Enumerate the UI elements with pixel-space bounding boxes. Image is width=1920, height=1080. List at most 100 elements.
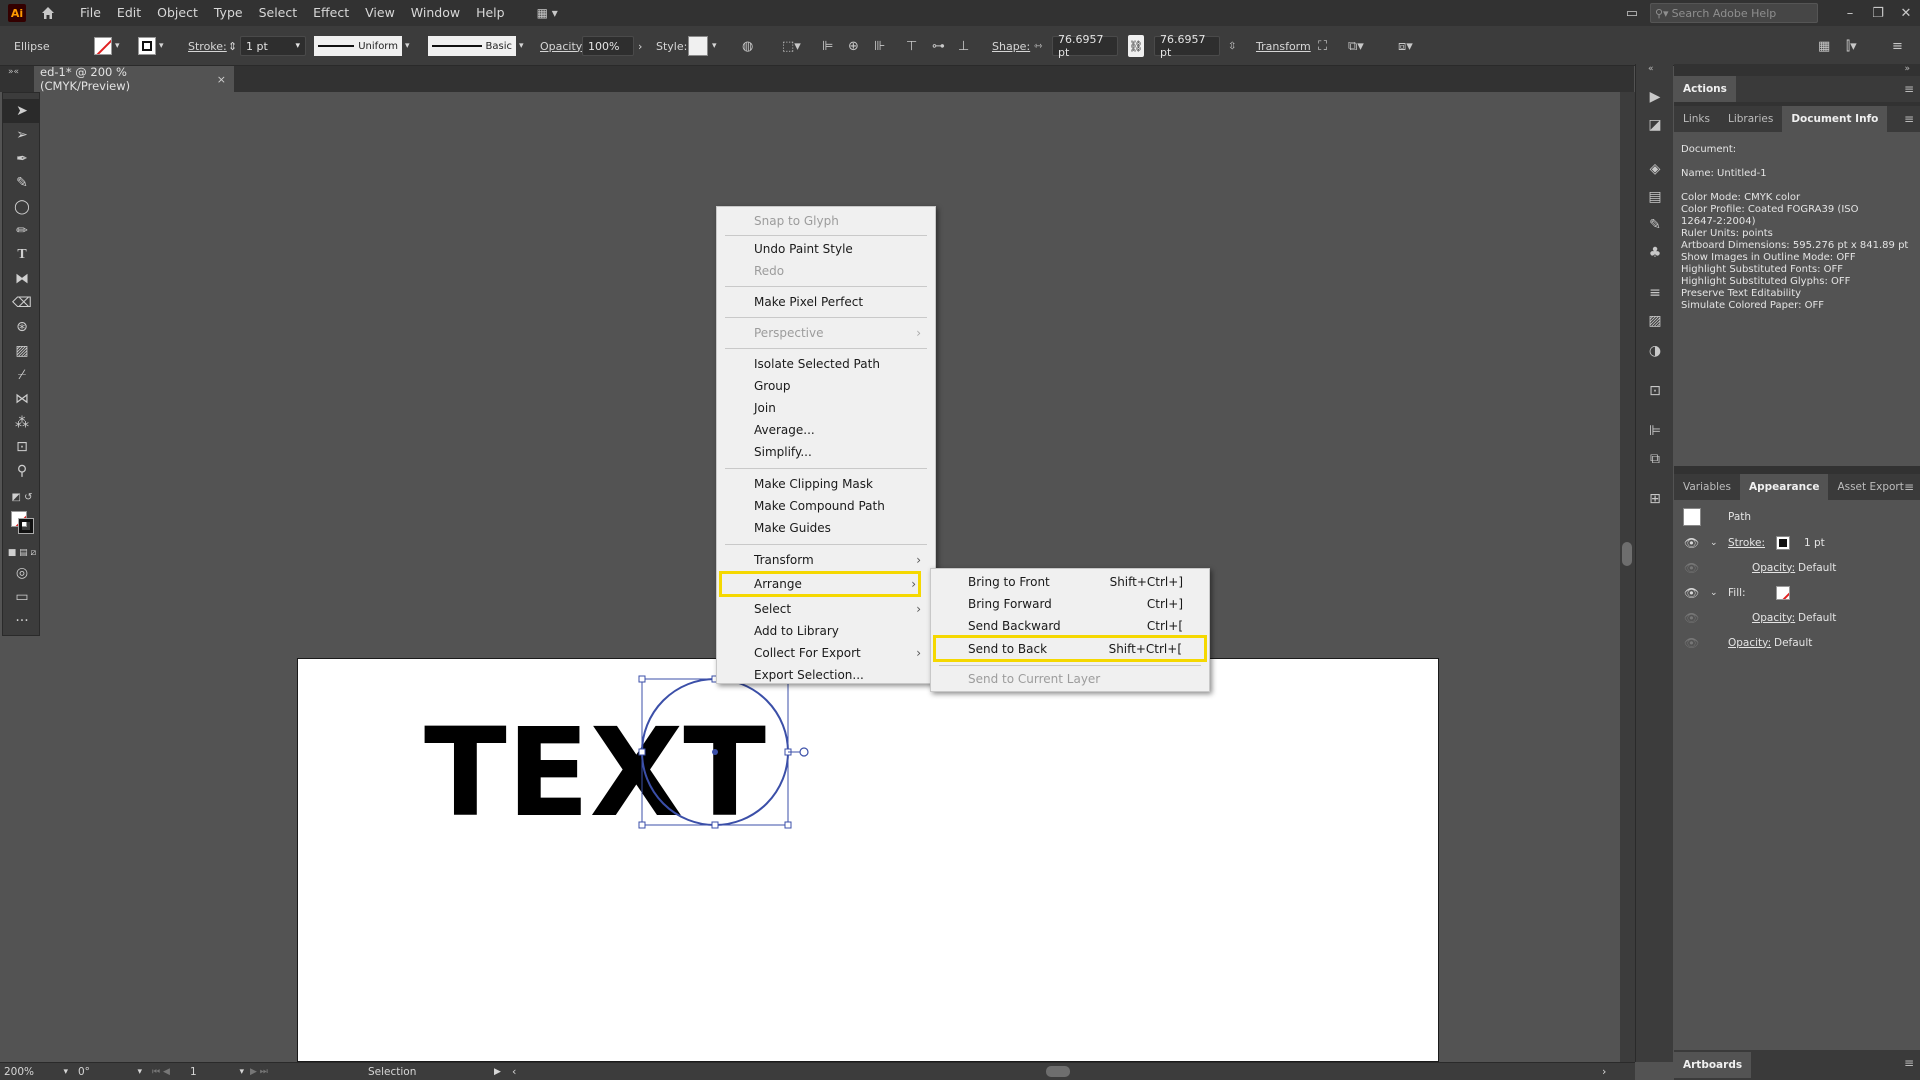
reflect-tool-icon[interactable]: ⧓: [3, 267, 41, 291]
transform-panel-icon[interactable]: ⊡: [1636, 378, 1674, 404]
pathfinder-icon[interactable]: ⧉: [1636, 446, 1674, 472]
eye-icon[interactable]: 👁: [1684, 536, 1699, 550]
stroke-panel-icon[interactable]: ≡: [1636, 280, 1674, 306]
transparency-icon[interactable]: ◑: [1636, 338, 1674, 364]
graphic-style-swatch[interactable]: [688, 36, 708, 56]
collapse-dock-icon[interactable]: «: [1648, 64, 1654, 74]
gradient-panel-icon[interactable]: ▨: [1636, 308, 1674, 334]
tab-links[interactable]: Links: [1674, 106, 1719, 132]
symbols-icon[interactable]: ♣: [1636, 240, 1674, 266]
menu-help[interactable]: Help: [468, 0, 513, 26]
home-icon[interactable]: [38, 3, 58, 23]
menu-window[interactable]: Window: [403, 0, 468, 26]
fill-stroke-swatches[interactable]: [3, 507, 41, 537]
tab-actions[interactable]: Actions: [1674, 76, 1736, 102]
menu-item-join[interactable]: Join: [717, 397, 935, 419]
symbol-sprayer-tool-icon[interactable]: ⁂: [3, 411, 41, 435]
menu-item-average[interactable]: Average...: [717, 419, 935, 441]
menu-select[interactable]: Select: [251, 0, 306, 26]
menu-edit[interactable]: Edit: [109, 0, 149, 26]
shape-options-icon[interactable]: ⧉▾: [1348, 26, 1364, 66]
arrange-documents-icon[interactable]: ▭: [1626, 6, 1638, 21]
stroke-label[interactable]: Stroke:: [188, 26, 227, 66]
links-icon[interactable]: ◪: [1636, 112, 1674, 138]
close-icon[interactable]: ✕: [1892, 6, 1920, 21]
document-tab[interactable]: ed-1* @ 200 % (CMYK/Preview) ×: [34, 65, 234, 93]
opacity-label[interactable]: Opacity:: [1752, 612, 1795, 624]
menu-item-make-clipping-mask[interactable]: Make Clipping Mask: [717, 473, 935, 495]
menu-item-isolate-selected-path[interactable]: Isolate Selected Path: [717, 353, 935, 375]
stroke-color-icon[interactable]: [1776, 535, 1790, 550]
align-panel-icon[interactable]: ⊫: [1636, 418, 1674, 444]
menu-item-arrange[interactable]: Arrange ›: [719, 571, 921, 597]
close-tab-icon[interactable]: ×: [217, 73, 226, 86]
rotation-field[interactable]: 0° ▾: [78, 1063, 142, 1080]
align-left-icon[interactable]: ⊫: [822, 26, 833, 66]
libraries-icon[interactable]: ▤: [1636, 184, 1674, 210]
eye-icon[interactable]: 👁: [1684, 636, 1699, 650]
width-tool-icon[interactable]: ⋈: [3, 387, 41, 411]
appearance-stroke-row[interactable]: 👁 ⌄ Stroke: 1 pt: [1674, 530, 1920, 555]
menu-item-undo-paint-style[interactable]: Undo Paint Style: [717, 238, 935, 260]
align-horizontal-center-icon[interactable]: ⊕: [848, 26, 859, 66]
panel-menu-icon[interactable]: ≡: [1904, 112, 1914, 126]
menu-type[interactable]: Type: [206, 0, 251, 26]
menu-item-make-pixel-perfect[interactable]: Make Pixel Perfect: [717, 291, 935, 313]
brushes-icon[interactable]: ✎: [1636, 212, 1674, 238]
appearance-fill-row[interactable]: 👁 ⌄ Fill:: [1674, 580, 1920, 605]
vertical-scrollbar[interactable]: [1620, 92, 1635, 1062]
control-bar-menu-icon[interactable]: ≡: [1892, 26, 1903, 66]
opacity-label[interactable]: Opacity:: [540, 26, 585, 66]
workspace-switcher-icon[interactable]: ▦ ▾: [537, 6, 558, 20]
minimize-icon[interactable]: –: [1836, 6, 1864, 21]
tab-libraries[interactable]: Libraries: [1719, 106, 1782, 132]
eyedropper-tool-icon[interactable]: ⌿: [3, 363, 41, 387]
zoom-field[interactable]: 200% ▾: [4, 1063, 68, 1080]
shape-builder-tool-icon[interactable]: ⊛: [3, 315, 41, 339]
eraser-tool-icon[interactable]: ⌫: [3, 291, 41, 315]
tab-document-info[interactable]: Document Info: [1782, 106, 1888, 132]
tab-artboards[interactable]: Artboards: [1674, 1052, 1752, 1078]
eye-icon[interactable]: 👁: [1684, 611, 1699, 625]
brush-definition[interactable]: Basic: [428, 36, 516, 56]
shape-height-field[interactable]: 76.6957 pt: [1154, 33, 1220, 59]
menu-item-make-compound-path[interactable]: Make Compound Path: [717, 495, 935, 517]
menu-item-export-selection[interactable]: Export Selection...: [717, 664, 935, 686]
stroke-weight-field[interactable]: 1 pt ▾: [240, 36, 306, 56]
align-to-icon[interactable]: ⬚▾: [782, 26, 801, 66]
edit-toolbar-icon[interactable]: ···: [3, 609, 41, 633]
recolor-artwork-icon[interactable]: ◍: [742, 26, 753, 66]
eye-icon[interactable]: 👁: [1684, 586, 1699, 600]
collapse-panels-icon[interactable]: »: [1904, 64, 1910, 74]
direct-selection-tool-icon[interactable]: ➢: [3, 123, 41, 147]
align-right-icon[interactable]: ⊪: [874, 26, 885, 66]
shape-label[interactable]: Shape:: [992, 26, 1030, 66]
menu-item-bring-forward[interactable]: Bring Forward Ctrl+]: [931, 593, 1209, 615]
pencil-tool-icon[interactable]: ✏: [3, 219, 41, 243]
type-tool-icon[interactable]: T: [3, 243, 41, 267]
restore-icon[interactable]: ❐: [1864, 6, 1892, 21]
envelope-icon[interactable]: ⧈▾: [1398, 26, 1413, 66]
menu-item-select[interactable]: Select ›: [717, 598, 935, 620]
fill-swatch[interactable]: ▾: [94, 26, 120, 66]
panel-menu-icon[interactable]: ⫿▾: [1846, 26, 1857, 66]
panel-menu-icon[interactable]: ≡: [1904, 480, 1914, 494]
menu-item-make-guides[interactable]: Make Guides: [717, 517, 935, 539]
menu-object[interactable]: Object: [149, 0, 206, 26]
artboards-panel-icon[interactable]: ⊞: [1636, 486, 1674, 512]
eye-icon[interactable]: 👁: [1684, 561, 1699, 575]
menu-item-send-to-back[interactable]: Send to Back Shift+Ctrl+[: [933, 635, 1207, 662]
chevron-down-icon[interactable]: ⌄: [1710, 588, 1718, 598]
appearance-fill-opacity-row[interactable]: 👁 Opacity: Default: [1674, 605, 1920, 630]
artboard[interactable]: [297, 658, 1439, 1062]
status-menu-icon[interactable]: ▶: [494, 1063, 501, 1080]
curvature-tool-icon[interactable]: ✎: [3, 171, 41, 195]
scroll-right-icon[interactable]: ›: [1602, 1063, 1606, 1080]
transform-link[interactable]: Transform: [1256, 26, 1311, 66]
align-vertical-center-icon[interactable]: ⊶: [932, 26, 945, 66]
selection-tool-icon[interactable]: ➤: [3, 99, 41, 123]
stroke-attribute-label[interactable]: Stroke:: [1728, 537, 1765, 549]
appearance-object-opacity-row[interactable]: 👁 Opacity: Default: [1674, 630, 1920, 655]
horizontal-scroll-thumb[interactable]: [1046, 1066, 1070, 1077]
menu-item-bring-to-front[interactable]: Bring to Front Shift+Ctrl+]: [931, 571, 1209, 593]
